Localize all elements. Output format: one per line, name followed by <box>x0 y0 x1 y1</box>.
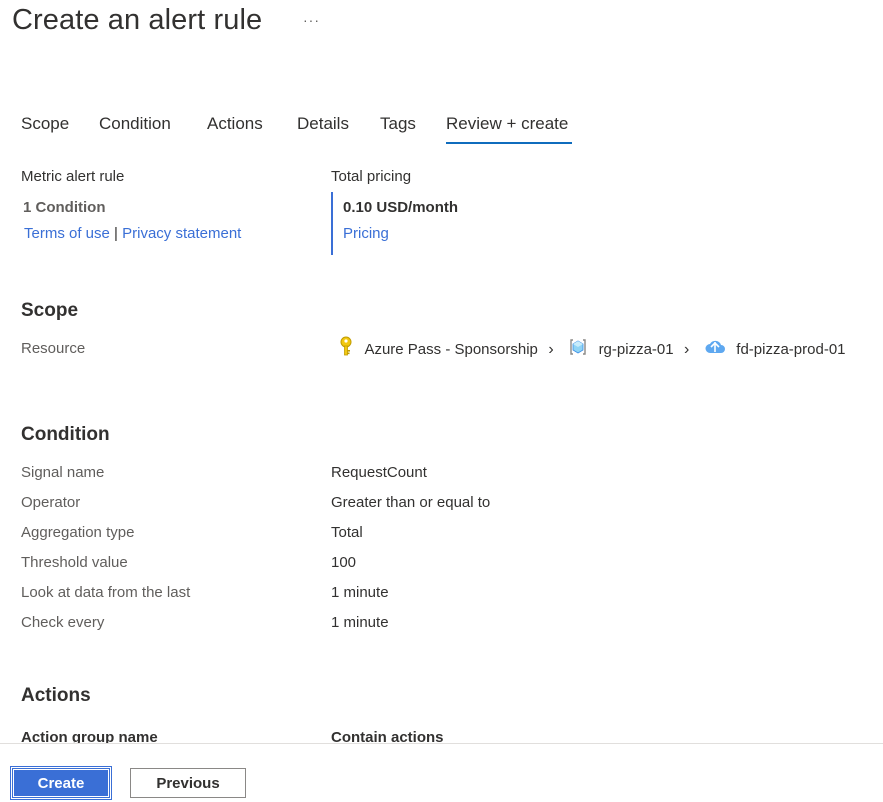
tab-condition[interactable]: Condition <box>99 114 171 134</box>
check-every-value: 1 minute <box>331 614 389 631</box>
page-title: Create an alert rule <box>12 4 263 36</box>
threshold-value: 100 <box>331 554 357 571</box>
tab-review-create[interactable]: Review + create <box>446 114 568 134</box>
column-contain-actions: Contain actions <box>331 729 444 743</box>
operator-value: Greater than or equal to <box>331 494 491 511</box>
create-button[interactable]: Create <box>10 766 112 800</box>
previous-button[interactable]: Previous <box>130 768 246 798</box>
pricing-link[interactable]: Pricing <box>343 225 389 242</box>
active-tab-indicator <box>446 142 572 144</box>
tab-tags[interactable]: Tags <box>380 114 416 134</box>
resource-breadcrumb: Azure Pass - Sponsorship › rg-pizza-01 ›… <box>338 336 846 363</box>
more-options-icon[interactable]: ··· <box>303 12 320 28</box>
privacy-statement-link[interactable]: Privacy statement <box>122 225 241 242</box>
operator-label: Operator <box>21 494 81 511</box>
condition-count: 1 Condition <box>23 199 106 216</box>
lookback-value: 1 minute <box>331 584 389 601</box>
scope-heading: Scope <box>21 300 79 321</box>
actions-table-header: Action group name Contain actions <box>0 720 883 743</box>
aggregation-type-value: Total <box>331 524 363 541</box>
signal-name-value: RequestCount <box>331 464 427 481</box>
condition-heading: Condition <box>21 424 110 445</box>
pricing-accent-bar <box>331 192 333 255</box>
total-pricing-label: Total pricing <box>331 168 412 185</box>
signal-name-label: Signal name <box>21 464 105 481</box>
pricing-value: 0.10 USD/month <box>343 199 459 216</box>
breadcrumb-resource-group[interactable]: rg-pizza-01 <box>599 341 674 358</box>
lookback-label: Look at data from the last <box>21 584 191 601</box>
legal-links: Terms of use | Privacy statement <box>24 225 241 242</box>
front-door-icon <box>704 338 726 361</box>
breadcrumb-subscription[interactable]: Azure Pass - Sponsorship <box>364 341 537 358</box>
resource-group-icon <box>568 337 588 362</box>
tab-details[interactable]: Details <box>297 114 349 134</box>
tab-actions[interactable]: Actions <box>207 114 263 134</box>
footer-divider <box>0 743 883 744</box>
terms-of-use-link[interactable]: Terms of use <box>24 225 110 242</box>
resource-label: Resource <box>21 340 86 357</box>
breadcrumb-resource[interactable]: fd-pizza-prod-01 <box>736 341 845 358</box>
aggregation-type-label: Aggregation type <box>21 524 135 541</box>
chevron-right-icon: › <box>684 340 690 358</box>
key-icon <box>338 336 354 363</box>
actions-heading: Actions <box>21 685 91 706</box>
threshold-value-label: Threshold value <box>21 554 128 571</box>
column-action-group-name: Action group name <box>21 729 158 743</box>
tab-scope[interactable]: Scope <box>21 114 69 134</box>
chevron-right-icon: › <box>548 340 554 358</box>
check-every-label: Check every <box>21 614 105 631</box>
rule-type-label: Metric alert rule <box>21 168 125 185</box>
link-separator: | <box>114 225 118 242</box>
